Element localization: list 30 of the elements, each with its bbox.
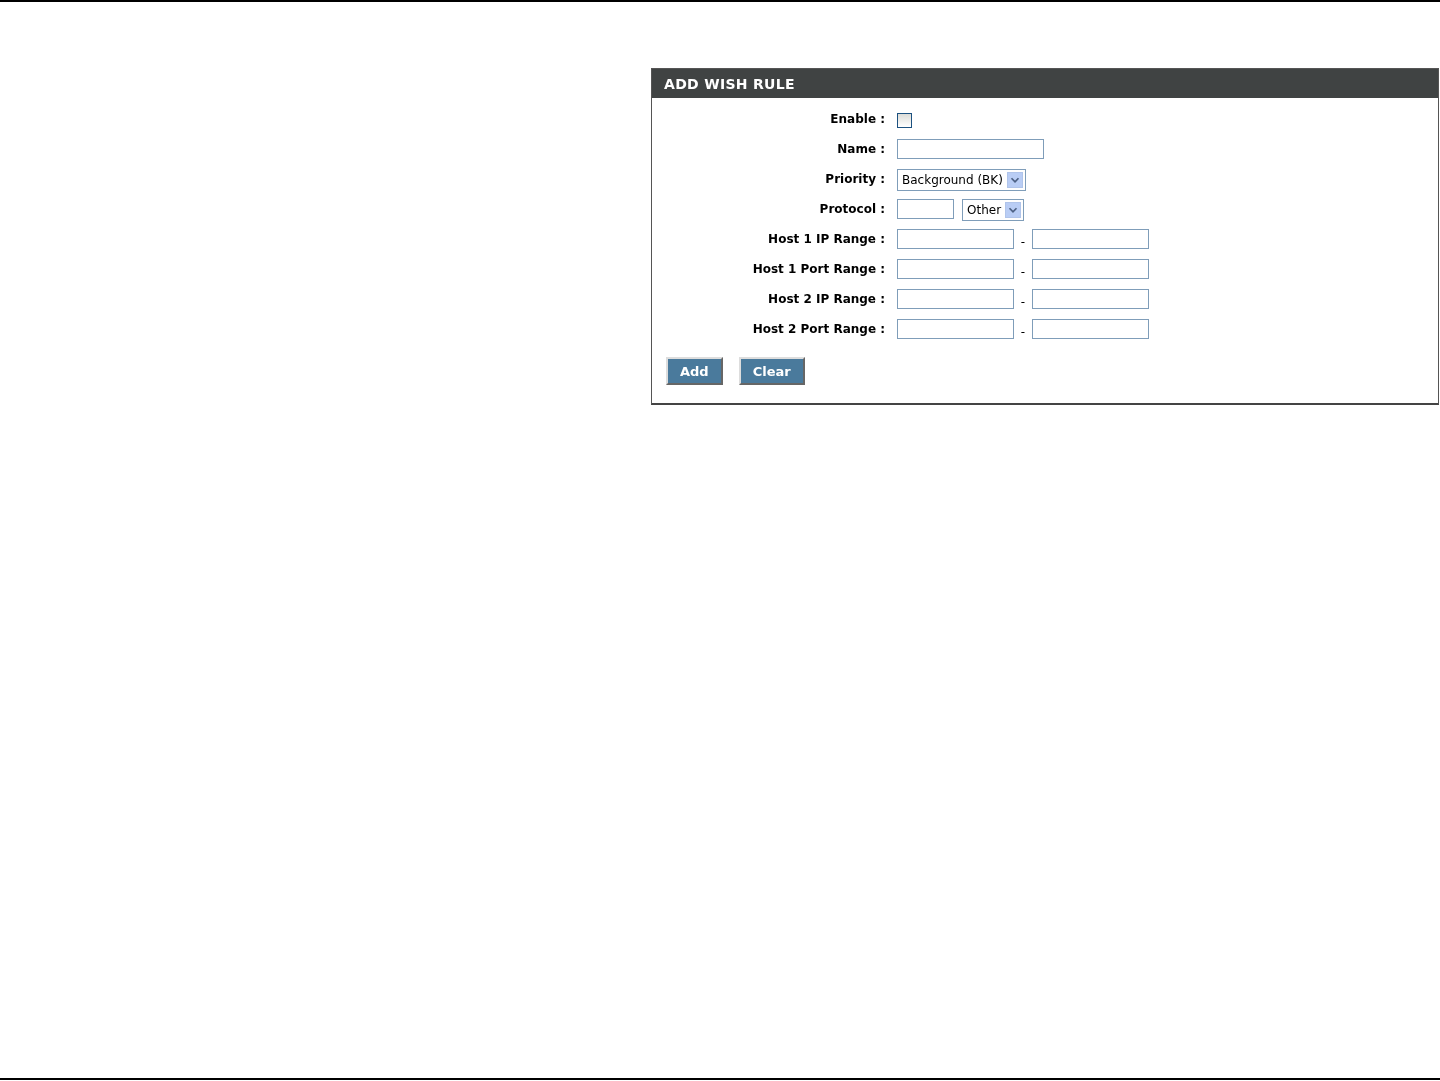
input-field[interactable] xyxy=(897,319,1014,339)
range-separator: - xyxy=(1019,234,1027,251)
input-field[interactable] xyxy=(897,289,1014,309)
dropdown[interactable]: Background (BK) xyxy=(897,169,1026,191)
input-field[interactable] xyxy=(897,259,1014,279)
field-label: Host 1 Port Range : xyxy=(752,261,885,278)
input-field[interactable] xyxy=(1032,319,1149,339)
range-separator: - xyxy=(1019,264,1027,281)
input-field[interactable] xyxy=(1032,259,1149,279)
field-label: Priority : xyxy=(825,171,885,188)
input-field[interactable] xyxy=(897,229,1014,249)
form-button[interactable]: Clear xyxy=(738,357,805,385)
field-label: Name : xyxy=(837,141,885,158)
input-field[interactable] xyxy=(897,139,1044,159)
panel-title: ADD WISH RULE xyxy=(652,69,1438,98)
chevron-down-icon xyxy=(1006,172,1023,188)
field-label: Protocol : xyxy=(819,201,885,218)
field-label: Host 2 IP Range : xyxy=(768,291,885,308)
range-separator: - xyxy=(1019,324,1027,341)
checkbox[interactable] xyxy=(897,113,912,128)
input-field[interactable] xyxy=(897,199,954,219)
field-label: Host 2 Port Range : xyxy=(752,321,885,338)
dropdown[interactable]: Other xyxy=(962,199,1025,221)
field-label: Host 1 IP Range : xyxy=(768,231,885,248)
range-separator: - xyxy=(1019,294,1027,311)
input-field[interactable] xyxy=(1032,229,1149,249)
chevron-down-icon xyxy=(1005,202,1022,218)
input-field[interactable] xyxy=(1032,289,1149,309)
field-label: Enable : xyxy=(830,111,885,128)
form-button[interactable]: Add xyxy=(666,357,723,385)
